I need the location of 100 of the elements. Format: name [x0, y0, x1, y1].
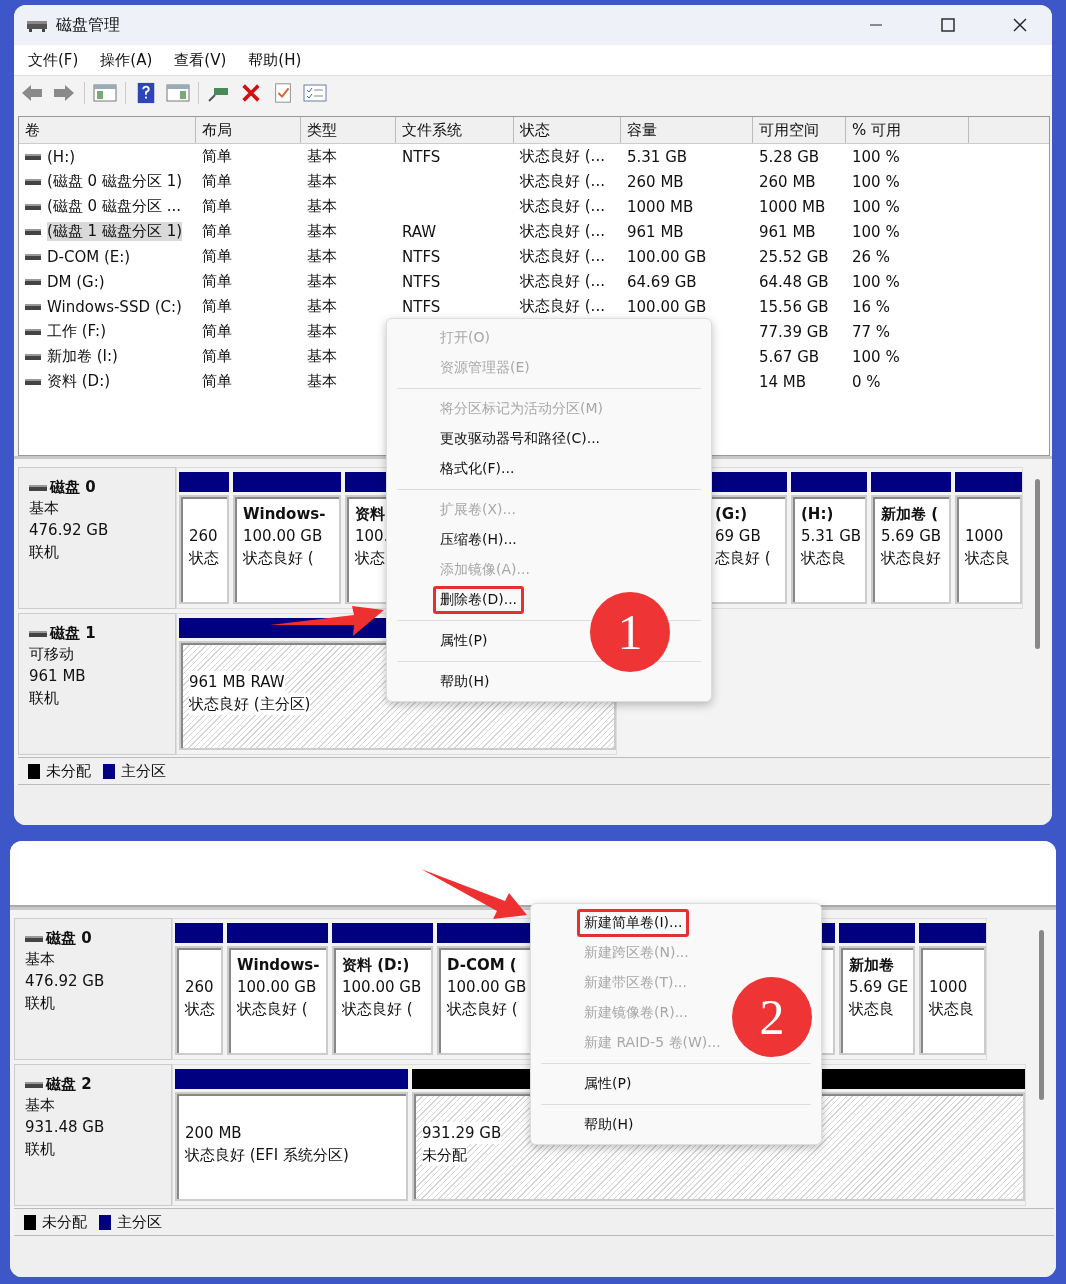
table-cell: 简单 — [202, 222, 232, 241]
table-cell: 100 % — [852, 347, 900, 366]
partition-name: Windows- — [237, 955, 320, 976]
table-cell: 100 % — [852, 222, 900, 241]
table-cell: 简单 — [202, 347, 232, 366]
table-cell: 简单 — [202, 172, 232, 191]
legend-label: 未分配 — [46, 761, 91, 781]
partition-name: 新加卷 ( — [881, 504, 939, 525]
table-cell: 14 MB — [759, 372, 807, 391]
disk-name: 磁盘 0 — [46, 929, 92, 948]
partition-name: 资料 (D:) — [342, 955, 410, 976]
partition-status: 状态良好 (EFI 系统分区) — [185, 1144, 349, 1166]
table-cell: 状态良好 (... — [520, 222, 605, 241]
disk-size: 476.92 GB — [25, 971, 106, 992]
legend-label: 主分区 — [121, 761, 166, 781]
partition-status: 状态良好 ( — [237, 998, 308, 1020]
table-cell: 1000 MB — [627, 197, 694, 216]
table-cell: 64.48 GB — [759, 272, 829, 291]
table-cell: 简单 — [202, 372, 232, 391]
table-cell: 25.52 GB — [759, 247, 829, 266]
disk-name: 磁盘 1 — [50, 624, 96, 643]
table-cell: 961 MB — [759, 222, 816, 241]
disk-type: 基本 — [29, 498, 60, 519]
disk-size: 961 MB — [29, 666, 87, 687]
partition-status: 状态良好 ( — [342, 998, 413, 1020]
table-cell: 基本 — [307, 272, 337, 291]
disk-size: 476.92 GB — [29, 520, 110, 541]
table-cell: 100 % — [852, 272, 900, 291]
disk-type: 基本 — [25, 1095, 56, 1116]
disk-status: 联机 — [29, 688, 60, 709]
table-cell: 5.67 GB — [759, 347, 820, 366]
table-cell: 简单 — [202, 272, 232, 291]
partition-name: (G:) — [715, 504, 748, 525]
partition-name: D-COM ( — [447, 955, 517, 976]
legend-label: 主分区 — [117, 1212, 162, 1232]
window-title: 磁盘管理 — [56, 14, 120, 36]
table-cell: NTFS — [402, 272, 441, 291]
table-cell: 961 MB — [627, 222, 684, 241]
partition-status: 态良好 ( — [715, 547, 771, 569]
table-cell: 260 MB — [627, 172, 684, 191]
partition-name: 资料 — [355, 504, 385, 525]
disk-size: 931.48 GB — [25, 1117, 106, 1138]
partition-status: 状态良好 ( — [243, 547, 314, 569]
table-cell: 77.39 GB — [759, 322, 829, 341]
disk-type: 可移动 — [29, 644, 75, 665]
disk-type: 基本 — [25, 949, 56, 970]
table-cell: 基本 — [307, 147, 337, 166]
partition-size: 961 MB RAW — [189, 671, 285, 693]
partition-size: 931.29 GB — [422, 1122, 502, 1144]
table-cell: 100 % — [852, 172, 900, 191]
disk-status: 联机 — [29, 542, 60, 563]
table-cell: 基本 — [307, 322, 337, 341]
partition-status: 未分配 — [422, 1144, 467, 1166]
table-cell: 26 % — [852, 247, 891, 266]
table-cell: 状态良好 (... — [520, 197, 605, 216]
partition-name: (H:) — [801, 504, 834, 525]
disk-name: 磁盘 2 — [46, 1075, 92, 1094]
table-cell: 基本 — [307, 247, 337, 266]
disk-status: 联机 — [25, 1139, 56, 1160]
table-cell: 简单 — [202, 322, 232, 341]
legend-label: 未分配 — [42, 1212, 87, 1232]
table-cell: 100.00 GB — [627, 247, 707, 266]
table-cell: 状态良好 (... — [520, 247, 605, 266]
table-cell: 基本 — [307, 372, 337, 391]
table-cell: 0 % — [852, 372, 881, 391]
table-cell: 简单 — [202, 247, 232, 266]
table-cell: 状态良好 (... — [520, 147, 605, 166]
table-cell: 基本 — [307, 197, 337, 216]
table-cell: 基本 — [307, 297, 337, 316]
partition-name: 新加卷 — [849, 955, 894, 976]
table-cell: RAW — [402, 222, 437, 241]
disk-status: 联机 — [25, 993, 56, 1014]
table-cell: 64.69 GB — [627, 272, 697, 291]
table-cell: 状态良好 (... — [520, 272, 605, 291]
table-cell: 基本 — [307, 347, 337, 366]
table-cell: NTFS — [402, 297, 441, 316]
partition-status: 状态良好 ( — [447, 998, 518, 1020]
table-cell: 16 % — [852, 297, 891, 316]
table-cell: 1000 MB — [759, 197, 826, 216]
table-cell: 260 MB — [759, 172, 816, 191]
table-cell: 5.28 GB — [759, 147, 820, 166]
table-cell: 77 % — [852, 322, 891, 341]
partition-status: 状态良好 (主分区) — [189, 693, 311, 715]
table-cell: 简单 — [202, 197, 232, 216]
table-cell: 100.00 GB — [627, 297, 707, 316]
table-cell: 基本 — [307, 222, 337, 241]
table-cell: NTFS — [402, 247, 441, 266]
table-cell: 5.31 GB — [627, 147, 688, 166]
table-cell: 状态良好 (... — [520, 297, 605, 316]
disk-name: 磁盘 0 — [50, 478, 96, 497]
table-cell: 100 % — [852, 197, 900, 216]
table-cell: NTFS — [402, 147, 441, 166]
table-cell: 状态良好 (... — [520, 172, 605, 191]
table-cell: 简单 — [202, 147, 232, 166]
table-cell: 15.56 GB — [759, 297, 829, 316]
partition-name: Windows- — [243, 504, 326, 525]
partition-status: 状态良好 — [881, 547, 941, 569]
table-cell: 基本 — [307, 172, 337, 191]
table-cell: 简单 — [202, 297, 232, 316]
table-cell: 100 % — [852, 147, 900, 166]
